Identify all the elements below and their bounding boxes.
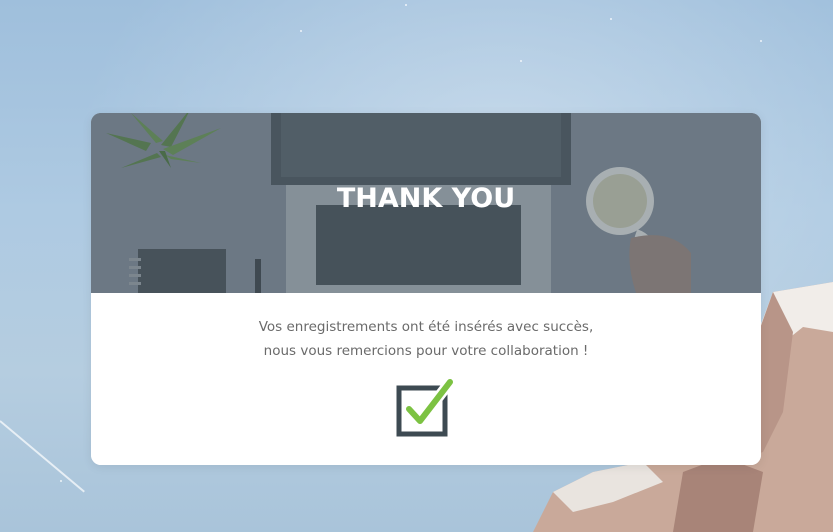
checkbox-checked-icon — [396, 379, 454, 437]
success-message-line-2: nous vous remercions pour votre collabor… — [263, 343, 589, 359]
snow-particle — [405, 4, 407, 6]
snow-particle — [60, 480, 62, 482]
snow-particle — [300, 30, 302, 32]
card-header-image: THANK YOU — [91, 113, 761, 293]
snow-particle — [760, 40, 762, 42]
success-message: Vos enregistrements ont été insérés avec… — [91, 315, 761, 363]
thank-you-card: THANK YOU Vos enregistrements ont été in… — [91, 113, 761, 465]
success-message-line-1: Vos enregistrements ont été insérés avec… — [258, 319, 594, 335]
card-body: Vos enregistrements ont été insérés avec… — [91, 293, 761, 465]
snow-particle — [520, 60, 522, 62]
thank-you-title: THANK YOU — [336, 183, 516, 214]
snow-particle — [610, 18, 612, 20]
page-background: THANK YOU Vos enregistrements ont été in… — [0, 0, 833, 532]
